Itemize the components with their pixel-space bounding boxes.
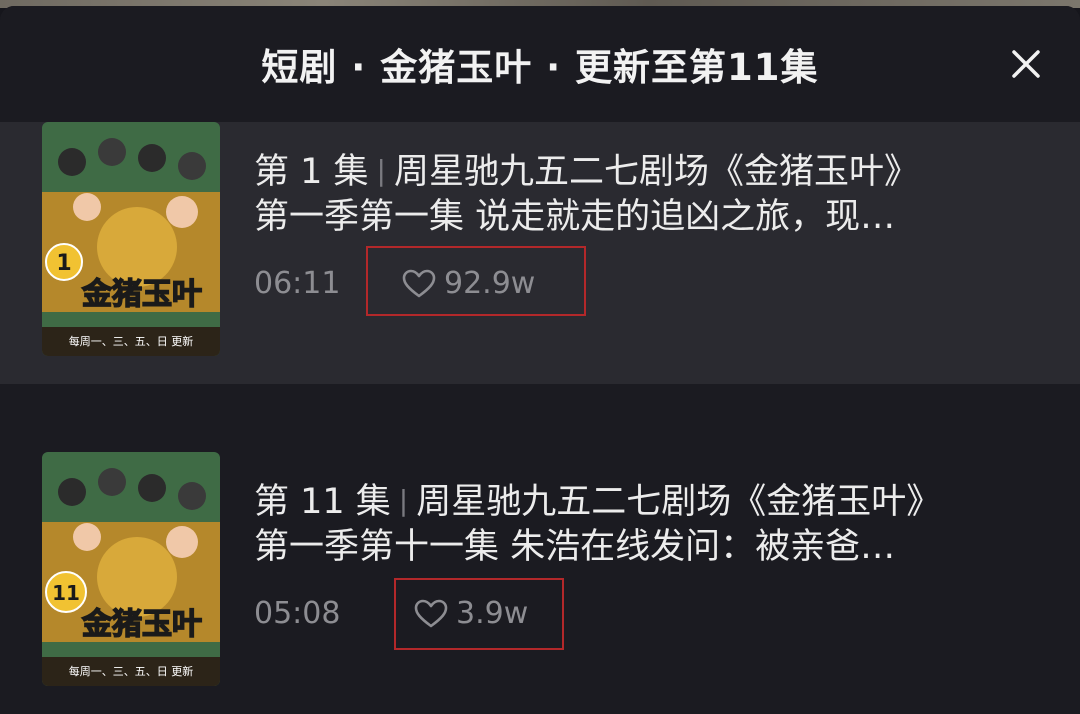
episode-duration: 05:08 [254, 596, 341, 631]
thumb-badge: 1 [56, 251, 71, 276]
thumb-caption: 每周一、三、五、日 更新 [69, 664, 194, 678]
like-count[interactable]: 3.9w [414, 596, 528, 631]
episode-item-11[interactable]: 11 金猪玉叶 每周一、三、五、日 更新 第 11 集 | 周星驰九五二七剧场《金猪… [0, 384, 1080, 714]
sheet-title: 短剧 · 金猪玉叶 · 更新至第11集 [261, 46, 819, 89]
like-count[interactable]: 92.9w [402, 266, 535, 301]
sheet-header: 短剧 · 金猪玉叶 · 更新至第11集 [0, 6, 1080, 122]
episode-duration: 06:11 [254, 266, 341, 301]
thumb-title: 金猪玉叶 [81, 277, 202, 312]
title-separator: | [398, 484, 409, 517]
episode-sheet: 短剧 · 金猪玉叶 · 更新至第11集 1 金猪玉叶 每周一、三、五、日 更新 [0, 6, 1080, 714]
thumb-title: 金猪玉叶 [81, 607, 202, 642]
episode-info: 第 11 集 | 周星驰九五二七剧场《金猪玉叶》 第一季第十一集 朱浩在线发问：被亲… [254, 478, 1044, 650]
episode-info: 第 1 集 | 周星驰九五二七剧场《金猪玉叶》 第一季第一集 说走就走的追凶之旅，现… [254, 148, 1044, 320]
episode-thumbnail: 1 金猪玉叶 每周一、三、五、日 更新 [42, 122, 220, 356]
episode-series-title: 周星驰九五二七剧场《金猪玉叶》 [416, 482, 942, 522]
episode-series-title: 周星驰九五二七剧场《金猪玉叶》 [393, 152, 919, 192]
heart-icon [414, 599, 448, 627]
episode-thumbnail: 11 金猪玉叶 每周一、三、五、日 更新 [42, 452, 220, 686]
heart-icon [402, 269, 436, 297]
episode-item-1[interactable]: 1 金猪玉叶 每周一、三、五、日 更新 第 1 集 | 周星驰九五二七剧场《金猪玉叶… [0, 122, 1080, 384]
episode-title-line-2: 第一季第十一集 朱浩在线发问：被亲爸… [254, 527, 896, 567]
episode-number: 第 11 集 [254, 482, 391, 522]
thumb-badge: 11 [52, 581, 80, 605]
thumb-caption: 每周一、三、五、日 更新 [69, 334, 194, 348]
episode-title-line-1: 第 1 集 | 周星驰九五二七剧场《金猪玉叶》 [254, 148, 1044, 194]
close-icon[interactable] [1006, 44, 1046, 84]
episode-title-line-1: 第 11 集 | 周星驰九五二七剧场《金猪玉叶》 [254, 478, 1044, 524]
episode-meta: 05:08 3.9w [254, 578, 1044, 650]
like-count-value: 3.9w [456, 596, 529, 631]
episode-title-line-2: 第一季第一集 说走就走的追凶之旅，现… [254, 197, 896, 237]
like-count-value: 92.9w [444, 266, 536, 301]
episode-meta: 06:11 92.9w [254, 246, 1044, 320]
title-separator: | [376, 154, 386, 187]
episode-number: 第 1 集 [254, 152, 369, 192]
